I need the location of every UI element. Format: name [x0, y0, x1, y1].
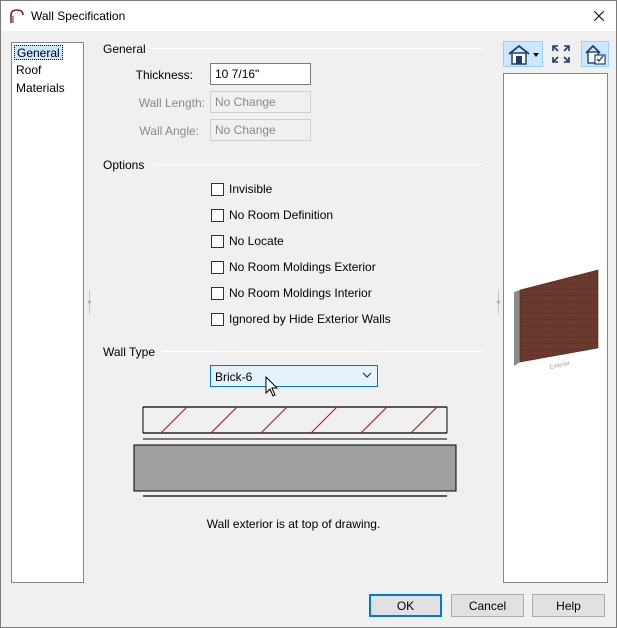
- invisible-checkbox-row[interactable]: Invisible: [211, 181, 272, 197]
- window-title: Wall Specification: [31, 9, 126, 23]
- wall-preview-drawing: Exterior: [514, 269, 599, 371]
- title-bar: Wall Specification: [1, 1, 616, 31]
- mouse-pointer-icon: [265, 376, 279, 397]
- ignored-by-hide-exterior-walls-checkbox[interactable]: [211, 312, 224, 326]
- no-locate-checkbox-row[interactable]: No Locate: [211, 233, 284, 249]
- wall-side-face: [514, 290, 520, 366]
- nav-item-materials[interactable]: Materials: [14, 81, 67, 96]
- wall-type-selected-value: Brick-6: [215, 370, 253, 384]
- dialog-window: Wall Specification General Roof Material…: [0, 0, 617, 628]
- show-parts-button[interactable]: [581, 41, 609, 67]
- general-group-heading: General: [103, 42, 146, 56]
- exterior-label: Exterior: [549, 361, 570, 371]
- wall-length-input: No Change: [210, 91, 311, 113]
- invisible-label: Invisible: [229, 182, 273, 196]
- nav-item-roof[interactable]: Roof: [14, 63, 43, 78]
- general-divider: [151, 48, 484, 49]
- house-checklist-icon: [585, 44, 606, 65]
- right-splitter-handle[interactable]: [497, 290, 500, 314]
- expand-icon: [552, 45, 570, 63]
- no-room-definition-checkbox-row[interactable]: No Room Definition: [211, 207, 333, 223]
- fill-window-button[interactable]: [549, 41, 573, 67]
- wall-type-dropdown[interactable]: Brick-6: [210, 365, 378, 387]
- no-room-moldings-exterior-checkbox-row[interactable]: No Room Moldings Exterior: [211, 259, 376, 275]
- no-room-moldings-interior-label: No Room Moldings Interior: [229, 286, 372, 300]
- no-locate-checkbox[interactable]: [211, 234, 224, 248]
- chevron-down-icon: [362, 372, 372, 378]
- options-divider: [153, 164, 484, 165]
- left-splitter-handle[interactable]: [88, 290, 91, 314]
- wall-type-caption: Wall exterior is at top of drawing.: [206, 517, 381, 531]
- app-arch-icon: [10, 9, 24, 23]
- invisible-checkbox[interactable]: [211, 182, 224, 196]
- wall-brick-face: [519, 269, 599, 363]
- no-locate-label: No Locate: [229, 234, 284, 248]
- wall-type-divider: [161, 351, 484, 352]
- close-icon: [594, 11, 604, 21]
- no-room-definition-label: No Room Definition: [229, 208, 334, 222]
- thickness-input[interactable]: 10 7/16": [210, 63, 311, 85]
- no-room-moldings-interior-checkbox[interactable]: [211, 286, 224, 300]
- wall-length-label: Wall Length:: [138, 96, 205, 110]
- no-room-definition-checkbox[interactable]: [211, 208, 224, 222]
- close-button[interactable]: [582, 1, 616, 31]
- wall-angle-input: No Change: [210, 119, 311, 141]
- ignored-by-hide-exterior-walls-checkbox-row[interactable]: Ignored by Hide Exterior Walls: [211, 311, 391, 327]
- help-button[interactable]: Help: [532, 594, 605, 617]
- no-room-moldings-interior-checkbox-row[interactable]: No Room Moldings Interior: [211, 285, 372, 301]
- wall-type-drawing: [133, 406, 457, 497]
- brick-hatch: [160, 406, 438, 434]
- wall-angle-label: Wall Angle:: [139, 124, 199, 138]
- wall-type-group-heading: Wall Type: [103, 345, 156, 359]
- options-group-heading: Options: [103, 158, 145, 172]
- preview-pane[interactable]: Exterior: [503, 73, 608, 583]
- no-room-moldings-exterior-label: No Room Moldings Exterior: [229, 260, 376, 274]
- core-layer: [133, 444, 457, 492]
- cancel-button[interactable]: Cancel: [451, 594, 524, 617]
- thickness-label: Thickness:: [135, 68, 193, 82]
- no-room-moldings-exterior-checkbox[interactable]: [211, 260, 224, 274]
- ignored-by-hide-exterior-walls-label: Ignored by Hide Exterior Walls: [229, 312, 391, 326]
- ok-button[interactable]: OK: [369, 594, 442, 617]
- category-list[interactable]: General Roof Materials: [11, 42, 84, 583]
- nav-item-general[interactable]: General: [14, 45, 63, 60]
- house-camera-icon: [508, 44, 539, 65]
- camera-view-dropdown-button[interactable]: [503, 41, 543, 67]
